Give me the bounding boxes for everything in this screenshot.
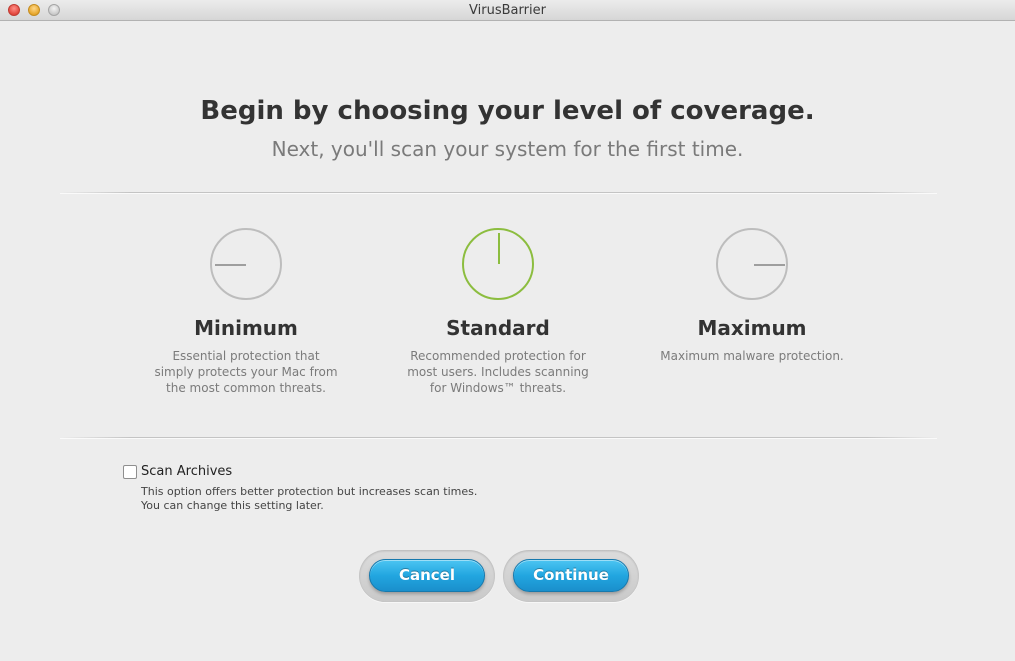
help-line: You can change this setting later. [141,499,324,512]
option-description: Essential protection that simply protect… [154,349,338,395]
coverage-option-standard[interactable]: Standard Recommended protection for most… [388,228,608,396]
option-description: Maximum malware protection. [660,349,844,363]
top-divider [60,192,937,193]
option-title: Minimum [194,316,298,340]
help-line: This option offers better protection but… [141,485,478,498]
cancel-button-well: Cancel [359,550,495,602]
coverage-option-minimum[interactable]: Minimum Essential protection that simply… [136,228,356,396]
bottom-divider [60,437,937,438]
cancel-button[interactable]: Cancel [369,559,485,592]
scan-archives-help: This option offers better protection but… [141,485,477,513]
title-bar: VirusBarrier [0,0,1015,21]
option-title: Standard [446,316,550,340]
coverage-option-maximum[interactable]: Maximum Maximum malware protection. [642,228,862,364]
window-title: VirusBarrier [469,3,546,18]
dial-right-icon [716,228,788,300]
scan-archives-label[interactable]: Scan Archives [141,464,232,479]
page-subtitle: Next, you'll scan your system for the fi… [271,137,744,161]
option-title: Maximum [697,316,807,340]
continue-button[interactable]: Continue [513,559,629,592]
dial-left-icon [210,228,282,300]
continue-button-well: Continue [503,550,639,602]
dial-up-icon [462,228,534,300]
scan-archives-checkbox[interactable] [123,465,137,479]
page-title: Begin by choosing your level of coverage… [200,96,815,126]
option-description: Recommended protection for most users. I… [407,349,589,395]
